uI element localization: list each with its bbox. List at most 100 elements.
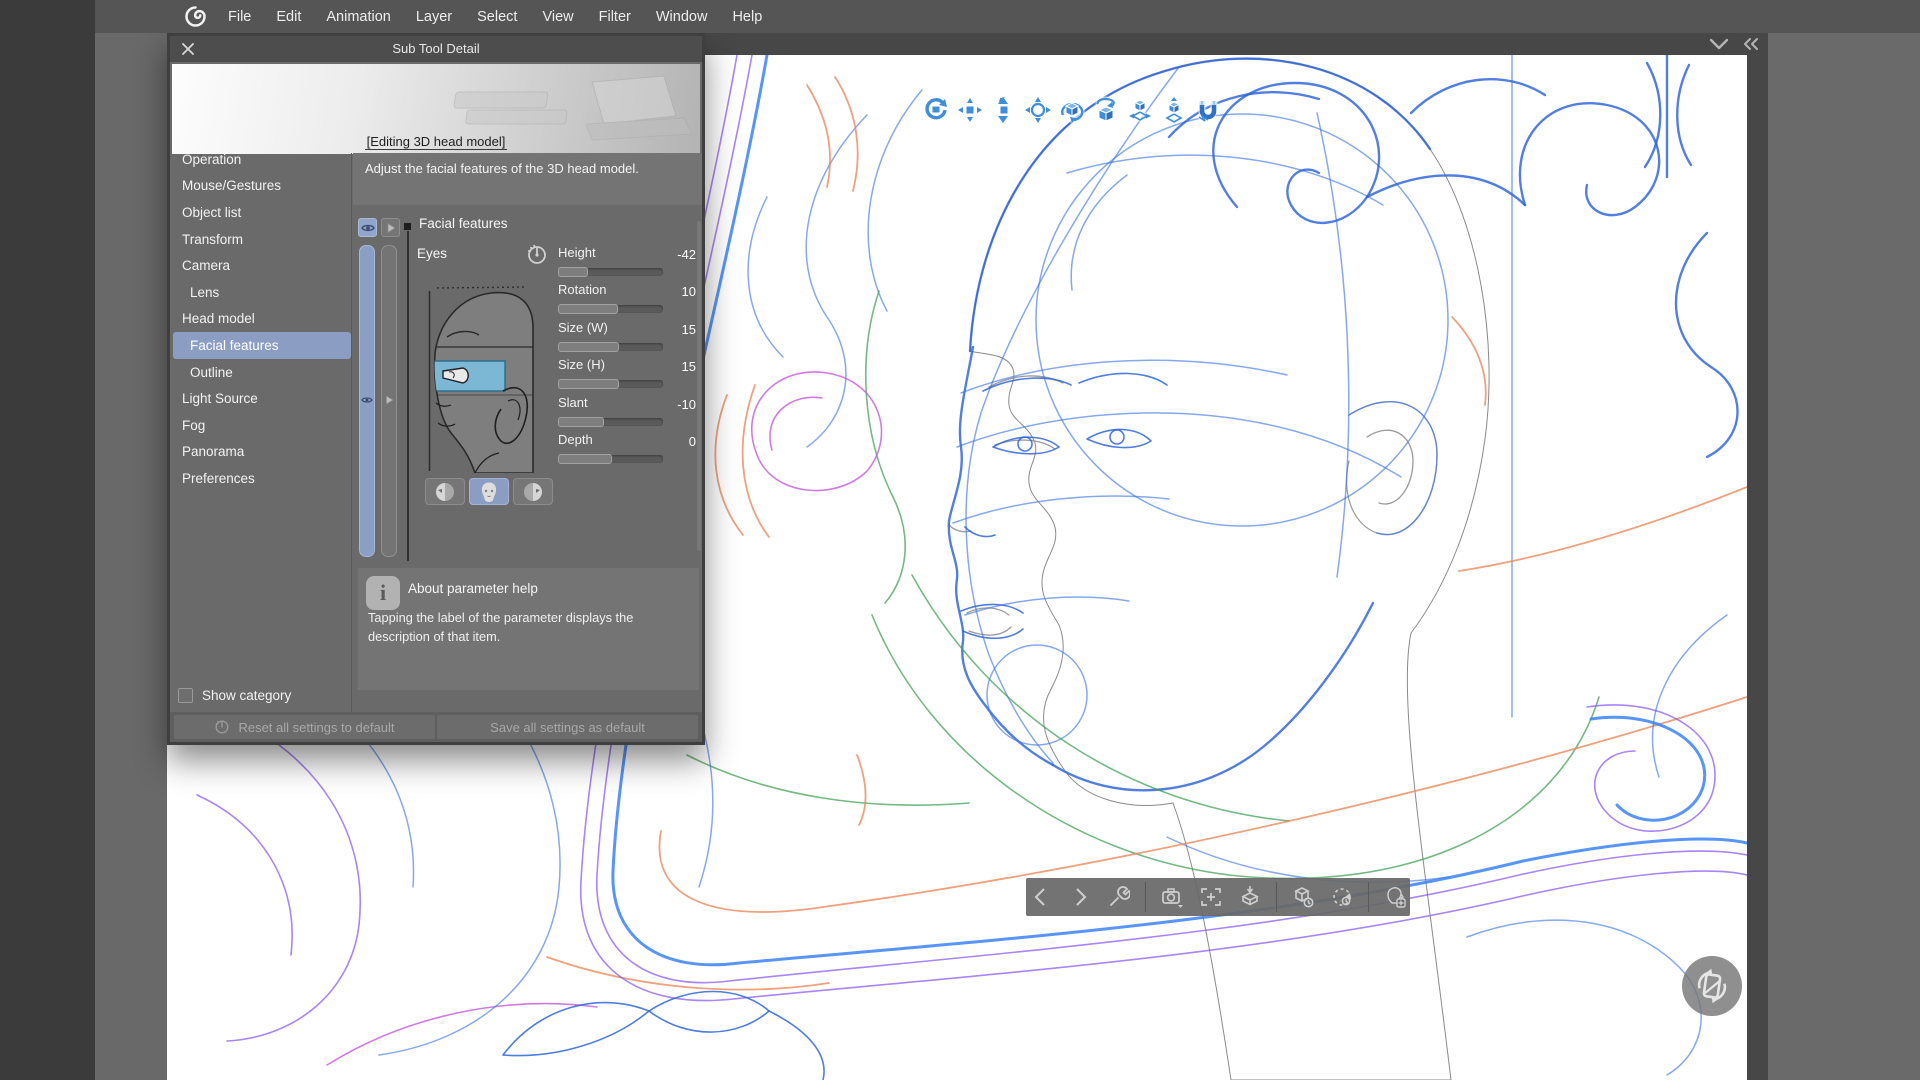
param-label-slant[interactable]: Slant — [558, 395, 588, 410]
launcher-divider — [1368, 882, 1369, 912]
param-label-size-w[interactable]: Size (W) — [558, 320, 608, 335]
reset-rotation-icon[interactable] — [1329, 884, 1355, 910]
param-slider-fill — [558, 454, 612, 464]
move-on-plane-icon[interactable] — [1126, 96, 1153, 123]
wrench-icon[interactable] — [1106, 884, 1132, 910]
param-label-depth[interactable]: Depth — [558, 432, 593, 447]
drop-to-ground-icon[interactable] — [1237, 884, 1263, 910]
menu-edit[interactable]: Edit — [276, 9, 301, 25]
param-row-height: Height -42 — [558, 245, 696, 281]
object-manipulation-toolbar — [922, 96, 1221, 123]
raise-lower-object-icon[interactable] — [1160, 96, 1187, 123]
panel-header[interactable]: Sub Tool Detail — [170, 36, 702, 62]
param-label-size-h[interactable]: Size (H) — [558, 357, 605, 372]
visibility-toggle-button[interactable] — [358, 218, 377, 237]
pan-camera-icon[interactable] — [956, 96, 983, 123]
menu-window[interactable]: Window — [656, 9, 708, 25]
chevrons-left-icon[interactable] — [1742, 37, 1760, 51]
sidebar-item-operation[interactable]: Operation — [173, 146, 351, 173]
sidebar-item-transform[interactable]: Transform — [173, 226, 351, 253]
param-slider-slant[interactable] — [558, 418, 663, 426]
sidebar-item-lens[interactable]: Lens — [173, 279, 351, 306]
face-region-diagram[interactable] — [425, 283, 548, 473]
expand-scrollbar[interactable] — [381, 245, 397, 557]
left-offscreen-strip — [0, 0, 95, 1080]
menu-items: File Edit Animation Layer Select View Filter Wi… — [228, 0, 762, 33]
param-value-size-h[interactable]: 15 — [682, 359, 696, 374]
param-value-depth[interactable]: 0 — [689, 434, 696, 449]
snap-magnet-icon[interactable] — [1194, 96, 1221, 123]
reset-dial-icon[interactable] — [526, 244, 548, 266]
previous-icon[interactable] — [1028, 884, 1054, 910]
sidebar-item-panorama[interactable]: Panorama — [173, 439, 351, 466]
param-row-slant: Slant -10 — [558, 395, 696, 431]
save-all-settings-button[interactable]: Save all settings as default — [437, 715, 698, 739]
menu-animation[interactable]: Animation — [326, 9, 390, 25]
sidebar-item-fog[interactable]: Fog — [173, 412, 351, 439]
menu-filter[interactable]: Filter — [599, 9, 631, 25]
menu-file[interactable]: File — [228, 9, 251, 25]
param-slider-fill — [558, 417, 604, 427]
visibility-scrollbar[interactable] — [359, 245, 375, 557]
rotate-object-icon[interactable] — [1058, 96, 1085, 123]
param-value-size-w[interactable]: 15 — [682, 322, 696, 337]
eyes-parameter-label[interactable]: Eyes — [417, 246, 447, 261]
zoom-camera-icon[interactable] — [990, 96, 1017, 123]
head-view-front-button[interactable] — [469, 478, 509, 505]
collapsed-palette-dock — [1768, 33, 1920, 1080]
param-value-height[interactable]: -42 — [677, 247, 696, 262]
param-row-depth: Depth 0 — [558, 432, 696, 468]
head-view-right-button[interactable] — [513, 478, 553, 505]
reset-position-icon[interactable] — [1290, 884, 1316, 910]
param-row-size-w: Size (W) 15 — [558, 320, 696, 356]
camera-angle-icon[interactable] — [1159, 884, 1185, 910]
sidebar-item-facial-features[interactable]: Facial features — [173, 332, 351, 359]
param-slider-rotation[interactable] — [558, 305, 663, 313]
menu-layer[interactable]: Layer — [416, 9, 452, 25]
rotate-camera-icon[interactable] — [922, 96, 949, 123]
param-value-slant[interactable]: -10 — [677, 397, 696, 412]
param-slider-fill — [558, 379, 619, 389]
chevron-down-icon[interactable] — [1708, 37, 1730, 51]
register-head-icon[interactable] — [1382, 884, 1408, 910]
object-launcher-bar — [1026, 878, 1410, 916]
sub-tool-detail-panel: Sub Tool Detail [Editing 3D head model] … — [167, 33, 705, 745]
param-slider-size-w[interactable] — [558, 343, 663, 351]
reset-all-settings-button[interactable]: Reset all settings to default — [174, 715, 435, 739]
head-view-left-button[interactable] — [425, 478, 465, 505]
center-view-icon[interactable] — [1198, 884, 1224, 910]
sidebar-item-preferences[interactable]: Preferences — [173, 465, 351, 492]
parameter-scrollbar[interactable] — [697, 221, 701, 551]
move-object-icon[interactable] — [1024, 96, 1051, 123]
menu-view[interactable]: View — [542, 9, 573, 25]
show-category-checkbox[interactable] — [178, 688, 193, 703]
sidebar-item-head-model[interactable]: Head model — [173, 306, 351, 333]
param-slider-fill — [558, 267, 588, 277]
param-label-height[interactable]: Height — [558, 245, 596, 260]
help-body: Tapping the label of the parameter displ… — [368, 608, 690, 646]
sidebar-item-light-source[interactable]: Light Source — [173, 385, 351, 412]
param-slider-height[interactable] — [558, 268, 663, 276]
parameter-group-label[interactable]: Facial features — [419, 216, 508, 231]
panel-title: Sub Tool Detail — [170, 41, 702, 56]
menu-select[interactable]: Select — [477, 9, 517, 25]
panel-divider — [351, 153, 352, 712]
show-category-row: Show category — [178, 688, 291, 703]
sidebar-item-camera[interactable]: Camera — [173, 252, 351, 279]
sidebar-item-outline[interactable]: Outline — [173, 359, 351, 386]
rotate-object-y-icon[interactable] — [1092, 96, 1119, 123]
param-slider-size-h[interactable] — [558, 380, 663, 388]
param-label-rotation[interactable]: Rotation — [558, 282, 606, 297]
sidebar-item-mouse-gestures[interactable]: Mouse/Gestures — [173, 173, 351, 200]
panel-footer: Reset all settings to default Save all s… — [170, 712, 702, 742]
rotate-canvas-button[interactable] — [1682, 956, 1742, 1016]
param-slider-depth[interactable] — [558, 455, 663, 463]
menu-help[interactable]: Help — [732, 9, 762, 25]
canvas-right-edge — [1747, 55, 1768, 1080]
param-value-rotation[interactable]: 10 — [682, 284, 696, 299]
head-model-3d[interactable] — [949, 59, 1489, 1080]
next-icon[interactable] — [1067, 884, 1093, 910]
expand-toggle-button[interactable] — [381, 218, 400, 237]
sidebar-item-object-list[interactable]: Object list — [173, 199, 351, 226]
info-icon: i — [366, 576, 400, 610]
